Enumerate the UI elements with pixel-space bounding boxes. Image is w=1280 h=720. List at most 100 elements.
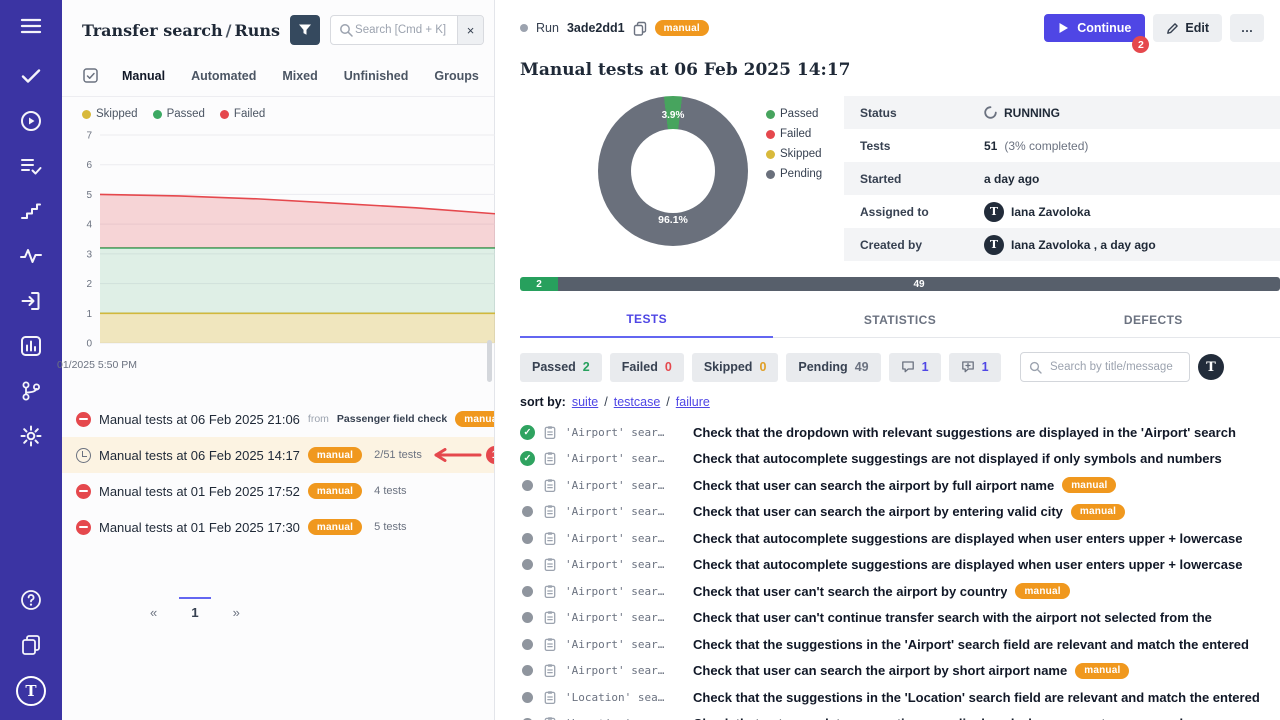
status-filter-chip[interactable]: Passed 2: [520, 353, 602, 382]
sort-label: sort by:: [520, 395, 566, 409]
info-label: Status: [860, 106, 984, 120]
run-from-plan[interactable]: Passenger field check: [337, 413, 447, 425]
avatar: T: [984, 235, 1004, 255]
test-list-item[interactable]: 'Airport' sear… Check that autocomplete …: [520, 446, 1280, 473]
pagination-page-1[interactable]: 1: [179, 597, 210, 620]
run-tests-count: 4 tests: [374, 485, 406, 497]
app-logo[interactable]: T: [16, 676, 46, 706]
legend-label: Failed: [234, 108, 265, 120]
svg-text:4: 4: [86, 220, 92, 231]
runs-tab[interactable]: Unfinished: [344, 69, 409, 83]
pagination-prev-button[interactable]: «: [150, 597, 157, 620]
filter-button[interactable]: [290, 15, 320, 45]
test-list-item[interactable]: 'Airport' sear… Check that autocomplete …: [520, 525, 1280, 552]
branches-icon[interactable]: [16, 377, 46, 405]
more-actions-button[interactable]: …: [1230, 14, 1264, 42]
testcase-icon: [543, 451, 557, 466]
runs-tab[interactable]: Groups: [434, 69, 478, 83]
test-list-item[interactable]: 'Airport' sear… Check that user can sear…: [520, 658, 1280, 685]
failed-status-icon: [76, 520, 91, 535]
settings-icon[interactable]: [16, 422, 46, 450]
legend-item: Passed: [153, 108, 205, 120]
run-lists-icon[interactable]: [16, 152, 46, 180]
run-list-item-selected[interactable]: Manual tests at 06 Feb 2025 14:17 manual…: [62, 437, 494, 473]
test-list-item[interactable]: 'Airport' sear… Check that user can sear…: [520, 499, 1280, 526]
menu-icon[interactable]: [16, 12, 46, 40]
svg-text:5: 5: [86, 190, 92, 201]
test-list-item[interactable]: 'Airport' sear… Check that user can't se…: [520, 578, 1280, 605]
pulse-icon[interactable]: [16, 242, 46, 270]
steps-icon[interactable]: [16, 197, 46, 225]
status-filter-chip[interactable]: Skipped 0: [692, 353, 779, 382]
legend-label: Pending: [780, 168, 822, 180]
test-list-item[interactable]: 'Airport' sear… Check that user can sear…: [520, 472, 1280, 499]
test-list-item[interactable]: 'Location' sea… Check that autocomplete …: [520, 711, 1280, 720]
legend-dot-icon: [766, 150, 775, 159]
runs-icon[interactable]: [16, 107, 46, 135]
run-id: 3ade2dd1: [567, 21, 625, 35]
run-tests-count: 5 tests: [374, 521, 406, 533]
sort-by-testcase-link[interactable]: testcase: [614, 395, 661, 409]
test-list-item[interactable]: 'Airport' sear… Check that user can't co…: [520, 605, 1280, 632]
comments-filter-chip[interactable]: 1: [889, 353, 941, 382]
manual-badge: manual: [455, 411, 494, 427]
run-list-item[interactable]: Manual tests at 01 Feb 2025 17:52 manual…: [62, 473, 494, 509]
user-avatar[interactable]: T: [1198, 354, 1224, 380]
sort-by-suite-link[interactable]: suite: [572, 395, 598, 409]
annotation: 1: [432, 446, 494, 464]
runs-history-chart: 76543210: [62, 125, 494, 359]
donut-pending-percent: 96.1%: [598, 214, 748, 226]
breadcrumb-project[interactable]: Transfer search: [82, 21, 223, 40]
tests-icon[interactable]: [16, 62, 46, 90]
test-list-item[interactable]: 'Airport' sear… Check that the dropdown …: [520, 419, 1280, 446]
help-icon[interactable]: [16, 586, 46, 614]
runs-tab[interactable]: Mixed: [282, 69, 317, 83]
legend-item: Skipped: [82, 108, 138, 120]
sort-separator: /: [666, 395, 669, 409]
panel-scrollbar[interactable]: [487, 340, 492, 382]
analytics-icon[interactable]: [16, 332, 46, 360]
test-title: Check that user can't continue transfer …: [693, 610, 1212, 625]
assigned-to-value[interactable]: Iana Zavoloka: [1011, 205, 1090, 219]
runs-tab[interactable]: Manual: [122, 69, 165, 83]
run-list-item[interactable]: Manual tests at 06 Feb 2025 21:06 from P…: [62, 401, 494, 437]
avatar: T: [984, 202, 1004, 222]
tab-defects[interactable]: DEFECTS: [1027, 303, 1280, 337]
comment-add-filter-chip[interactable]: 1: [949, 353, 1001, 382]
manual-badge: manual: [1015, 583, 1069, 599]
testcase-icon: [543, 716, 557, 720]
chip-count: 1: [922, 360, 929, 374]
tab-statistics[interactable]: STATISTICS: [773, 303, 1026, 337]
status-filter-chip[interactable]: Pending 49: [786, 353, 880, 382]
status-filter-chip[interactable]: Failed 0: [610, 353, 684, 382]
runs-search-input[interactable]: [353, 23, 457, 37]
tab-tests[interactable]: TESTS: [520, 303, 773, 338]
run-detail-panel: Run 3ade2dd1 manual Continue 2 Edit … Ma…: [495, 0, 1280, 720]
chip-label: Passed: [532, 360, 576, 374]
test-list-item[interactable]: 'Location' sea… Check that the suggestio…: [520, 684, 1280, 711]
runs-tab[interactable]: Automated: [191, 69, 256, 83]
tests-search-input[interactable]: [1048, 360, 1189, 374]
test-title: Check that user can search the airport b…: [693, 504, 1063, 519]
progress-segment-count: 2: [536, 279, 542, 290]
search-clear-button[interactable]: ×: [457, 16, 483, 44]
continue-button[interactable]: Continue 2: [1044, 14, 1145, 42]
chip-label: Pending: [798, 360, 847, 374]
select-all-icon[interactable]: [82, 67, 100, 85]
testcase-icon: [543, 637, 557, 652]
test-list-item[interactable]: 'Airport' sear… Check that autocomplete …: [520, 552, 1280, 579]
pagination-next-button[interactable]: »: [233, 597, 240, 620]
test-list-item[interactable]: 'Airport' sear… Check that the suggestio…: [520, 631, 1280, 658]
manual-badge: manual: [655, 20, 709, 36]
copy-icon[interactable]: [633, 21, 647, 36]
docs-icon[interactable]: [16, 631, 46, 659]
annotation-arrow-icon: [432, 448, 484, 462]
edit-button[interactable]: Edit: [1153, 14, 1222, 42]
sort-by-failure-link[interactable]: failure: [676, 395, 710, 409]
chip-count: 2: [583, 360, 590, 374]
run-from-label: from: [308, 413, 329, 425]
running-status-icon: [76, 448, 91, 463]
import-icon[interactable]: [16, 287, 46, 315]
run-list-item[interactable]: Manual tests at 01 Feb 2025 17:30 manual…: [62, 509, 494, 545]
runs-filter-tabs: Manual Automated Mixed Unfinished Groups: [62, 55, 494, 97]
